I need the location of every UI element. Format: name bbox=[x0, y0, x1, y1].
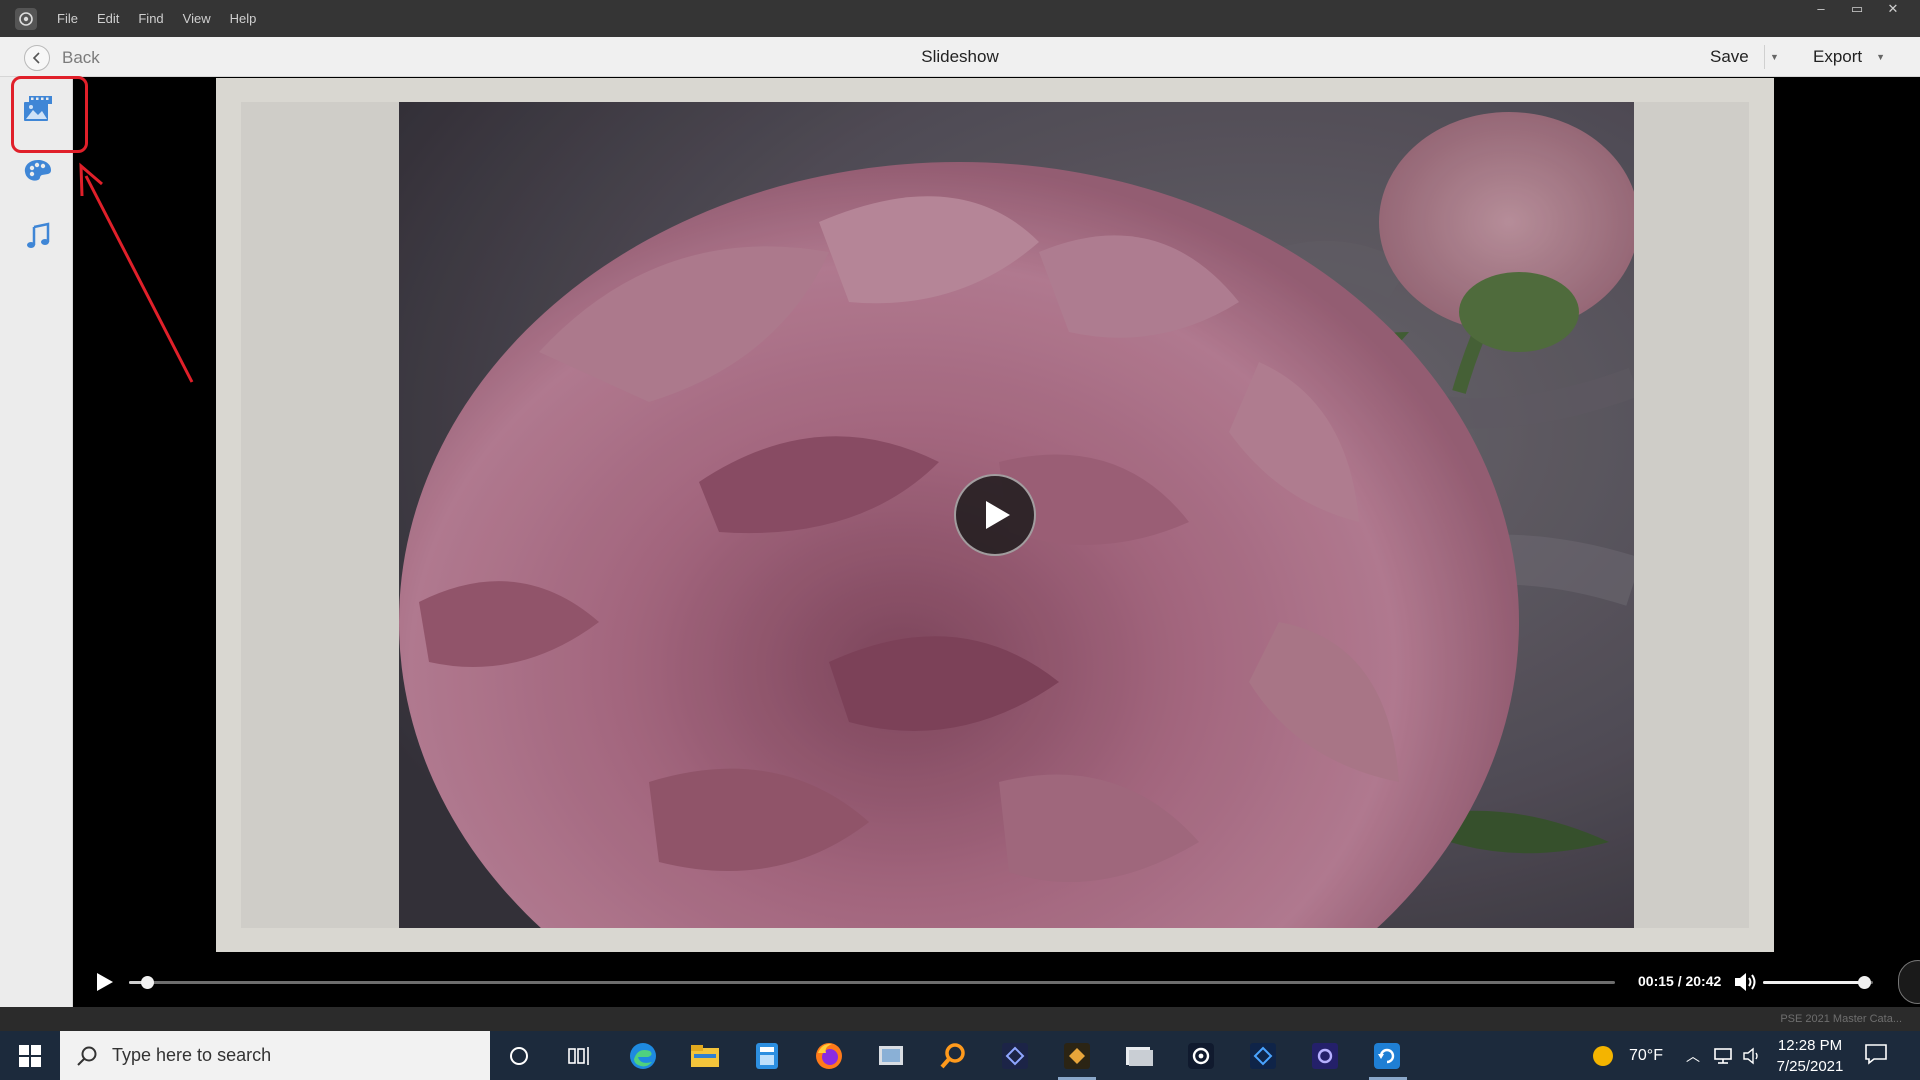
audio-music-icon[interactable] bbox=[22, 220, 54, 252]
search-tool-app-icon[interactable] bbox=[937, 1040, 969, 1072]
volume-slider[interactable] bbox=[1763, 976, 1873, 989]
play-button[interactable] bbox=[93, 970, 117, 994]
playback-controls: 00:15 / 20:42 bbox=[73, 960, 1920, 1004]
chevron-up-icon[interactable]: ︿ bbox=[1686, 1046, 1700, 1066]
calculator-app-icon[interactable] bbox=[751, 1040, 783, 1072]
save-dropdown-chevron-icon[interactable]: ▼ bbox=[1764, 45, 1784, 69]
menu-find[interactable]: Find bbox=[138, 11, 163, 26]
image-viewer-icon[interactable] bbox=[1123, 1040, 1155, 1072]
premiere-elements-editor-icon[interactable] bbox=[1309, 1040, 1341, 1072]
seek-handle[interactable] bbox=[140, 976, 154, 989]
close-window-button[interactable]: ✕ bbox=[1884, 0, 1902, 20]
search-placeholder: Type here to search bbox=[112, 1045, 272, 1065]
taskbar-search-box[interactable]: Type here to search bbox=[60, 1031, 490, 1080]
left-tool-panel bbox=[0, 77, 73, 1007]
app-logo-icon[interactable] bbox=[15, 8, 37, 30]
title-bar: File Edit Find View Help – ▭ ✕ bbox=[0, 0, 1920, 37]
premiere-elements-icon[interactable] bbox=[999, 1040, 1031, 1072]
network-icon[interactable] bbox=[1712, 1047, 1734, 1065]
search-icon bbox=[77, 1046, 97, 1066]
page-title: Slideshow bbox=[921, 47, 999, 66]
maximize-button[interactable]: ▭ bbox=[1848, 0, 1866, 20]
export-button[interactable]: Export ▼ bbox=[1813, 45, 1885, 69]
task-view-icon[interactable] bbox=[563, 1040, 595, 1072]
photos-app-icon[interactable] bbox=[875, 1040, 907, 1072]
save-label: Save bbox=[1710, 47, 1749, 66]
tray-icons: ︿ bbox=[1686, 1031, 1762, 1080]
windows-taskbar: Type here to search 70°F ︿ 12:28 PM 7/25… bbox=[0, 1031, 1920, 1080]
export-chevron-down-icon: ▼ bbox=[1876, 52, 1886, 62]
clock-time: 12:28 PM bbox=[1777, 1037, 1843, 1054]
menu-bar: File Edit Find View Help bbox=[57, 0, 275, 37]
sun-icon bbox=[1593, 1045, 1613, 1066]
edge-browser-icon[interactable] bbox=[627, 1040, 659, 1072]
volume-handle[interactable] bbox=[1858, 976, 1872, 989]
photoshop-elements-icon[interactable] bbox=[1247, 1040, 1279, 1072]
panel-toggle-button[interactable] bbox=[1898, 960, 1920, 1004]
clock-date: 7/25/2021 bbox=[1776, 1058, 1844, 1075]
cortana-icon[interactable] bbox=[503, 1040, 535, 1072]
volume-level bbox=[1763, 981, 1865, 984]
sync-app-icon[interactable] bbox=[1371, 1040, 1403, 1072]
file-explorer-icon[interactable] bbox=[689, 1040, 721, 1072]
start-button[interactable] bbox=[0, 1031, 60, 1080]
speaker-icon[interactable] bbox=[1742, 1047, 1762, 1065]
volume-icon[interactable] bbox=[1733, 970, 1759, 994]
save-button[interactable]: Save bbox=[1710, 45, 1749, 69]
elements-app-icon[interactable] bbox=[1185, 1040, 1217, 1072]
play-overlay-button[interactable] bbox=[954, 474, 1036, 556]
weather-temp: 70°F bbox=[1629, 1046, 1663, 1064]
firefox-icon[interactable] bbox=[813, 1040, 845, 1072]
menu-edit[interactable]: Edit bbox=[97, 11, 119, 26]
minimize-button[interactable]: – bbox=[1812, 0, 1830, 20]
time-display: 00:15 / 20:42 bbox=[1638, 973, 1722, 989]
media-icon-highlight bbox=[11, 76, 88, 153]
notification-center-icon[interactable] bbox=[1864, 1043, 1890, 1067]
status-bar: PSE 2021 Master Cata... bbox=[0, 1007, 1920, 1031]
system-clock[interactable]: 12:28 PM 7/25/2021 bbox=[1768, 1035, 1852, 1077]
play-icon bbox=[97, 973, 113, 991]
export-label: Export bbox=[1813, 47, 1863, 66]
slideshow-header: Back Slideshow Save ▼ Export ▼ bbox=[0, 37, 1920, 77]
windows-logo-icon bbox=[19, 1044, 41, 1067]
play-icon bbox=[985, 501, 1010, 529]
menu-view[interactable]: View bbox=[183, 11, 211, 26]
weather-widget[interactable]: 70°F bbox=[1591, 1031, 1663, 1080]
seek-bar[interactable] bbox=[129, 976, 1615, 989]
window-controls: – ▭ ✕ bbox=[1812, 0, 1902, 20]
menu-help[interactable]: Help bbox=[230, 11, 257, 26]
elements-organizer-icon[interactable] bbox=[1061, 1040, 1093, 1072]
themes-palette-icon[interactable] bbox=[22, 155, 54, 187]
menu-file[interactable]: File bbox=[57, 11, 78, 26]
catalog-name: PSE 2021 Master Cata... bbox=[1780, 1013, 1902, 1025]
